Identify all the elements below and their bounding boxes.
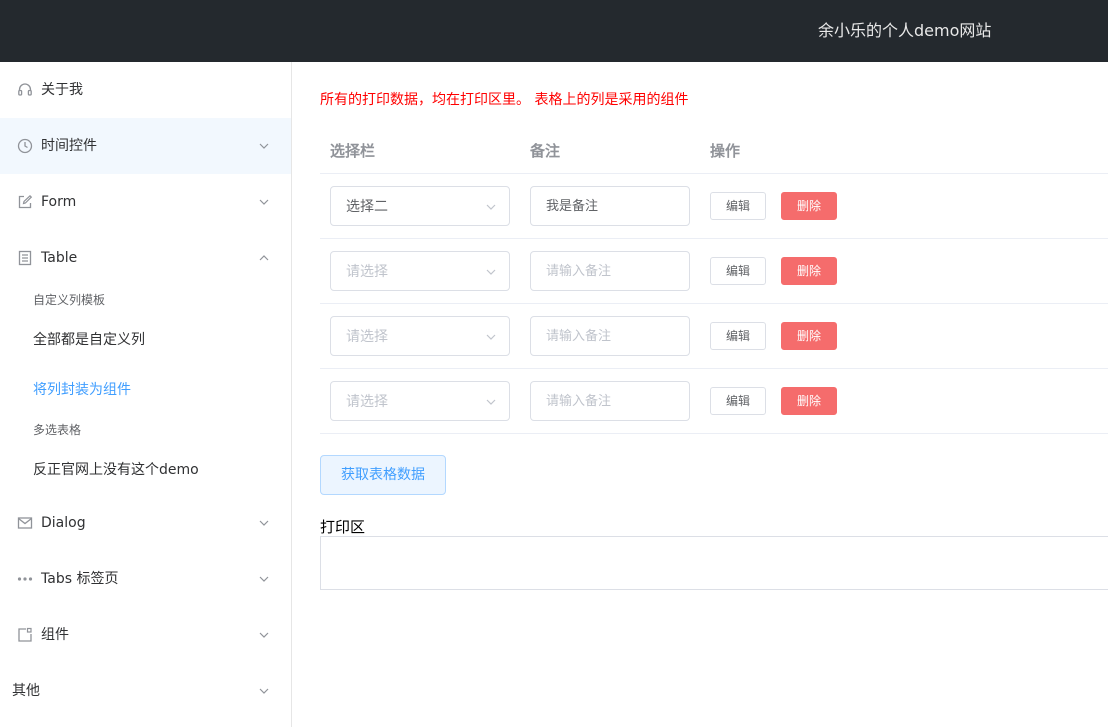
select-placeholder: 请选择 xyxy=(346,329,388,345)
main-content: 所有的打印数据，均在打印区里。 表格上的列是采用的组件 选择栏 备注 操作 选择… xyxy=(292,62,1108,727)
top-header: 余小乐的个人demo网站 xyxy=(0,0,1108,62)
message-icon xyxy=(16,514,34,532)
sidebar-subitem-column-component[interactable]: 将列封装为组件 xyxy=(0,370,291,410)
document-icon xyxy=(16,249,34,267)
sidebar-subitem-no-demo[interactable]: 反正官网上没有这个demo xyxy=(0,450,291,490)
sidebar-item-dialog[interactable]: Dialog xyxy=(0,495,291,551)
select-placeholder: 请选择 xyxy=(346,394,388,410)
chevron-down-icon xyxy=(486,334,496,340)
edit-button[interactable]: 编辑 xyxy=(710,322,766,350)
edit-button[interactable]: 编辑 xyxy=(710,192,766,220)
select-value: 选择二 xyxy=(346,199,388,215)
clock-icon xyxy=(16,137,34,155)
note-input[interactable]: 我是备注 xyxy=(530,186,690,226)
sidebar-subitem-label: 全部都是自定义列 xyxy=(33,332,145,348)
sidebar-item-label: Table xyxy=(41,250,78,266)
chevron-down-icon xyxy=(486,204,496,210)
column-header-action: 操作 xyxy=(710,142,741,160)
sidebar-item-label: Form xyxy=(41,194,77,210)
site-title[interactable]: 余小乐的个人demo网站 xyxy=(818,20,991,42)
chevron-down-icon xyxy=(486,399,496,405)
row-select[interactable]: 请选择 xyxy=(330,316,510,356)
delete-button[interactable]: 删除 xyxy=(781,257,837,285)
chevron-down-icon xyxy=(259,143,269,149)
sidebar-item-time[interactable]: 时间控件 xyxy=(0,118,291,174)
chevron-up-icon xyxy=(259,255,269,261)
sidebar-item-label: 其他 xyxy=(12,683,40,699)
divider xyxy=(320,368,1108,369)
column-header-note: 备注 xyxy=(530,142,561,160)
sidebar-subitem-custom-template[interactable]: 自定义列模板 xyxy=(0,280,291,320)
delete-button[interactable]: 删除 xyxy=(781,387,837,415)
edit-button[interactable]: 编辑 xyxy=(710,387,766,415)
sidebar-item-tabs[interactable]: Tabs 标签页 xyxy=(0,551,291,607)
chevron-down-icon xyxy=(259,632,269,638)
divider xyxy=(320,303,1108,304)
sidebar-subitem-label: 将列封装为组件 xyxy=(33,382,131,398)
edit-button[interactable]: 编辑 xyxy=(710,257,766,285)
sidebar-subitem-multi-select[interactable]: 多选表格 xyxy=(0,410,291,450)
input-placeholder: 请输入备注 xyxy=(546,394,612,409)
edit-icon xyxy=(16,193,34,211)
sidebar-item-components[interactable]: 组件 xyxy=(0,607,291,663)
sidebar-item-table[interactable]: Table xyxy=(0,230,291,286)
select-placeholder: 请选择 xyxy=(346,264,388,280)
sidebar-item-label: Dialog xyxy=(41,515,86,531)
notice-text: 所有的打印数据，均在打印区里。 表格上的列是采用的组件 xyxy=(320,92,689,108)
note-input[interactable]: 请输入备注 xyxy=(530,381,690,421)
sidebar-item-label: Tabs 标签页 xyxy=(41,571,119,587)
delete-button[interactable]: 删除 xyxy=(781,192,837,220)
sidebar-subitem-label: 反正官网上没有这个demo xyxy=(33,462,199,478)
divider xyxy=(320,433,1108,434)
row-select[interactable]: 请选择 xyxy=(330,251,510,291)
row-select[interactable]: 选择二 xyxy=(330,186,510,226)
sidebar-subitem-label: 自定义列模板 xyxy=(33,293,106,307)
input-placeholder: 请输入备注 xyxy=(546,329,612,344)
input-value: 我是备注 xyxy=(546,199,599,214)
sidebar-item-label: 关于我 xyxy=(41,82,83,98)
sidebar-item-label: 组件 xyxy=(41,627,69,643)
sidebar-subitem-label: 多选表格 xyxy=(33,423,82,437)
divider xyxy=(320,173,1108,174)
chevron-down-icon xyxy=(259,199,269,205)
input-placeholder: 请输入备注 xyxy=(546,264,612,279)
note-input[interactable]: 请输入备注 xyxy=(530,316,690,356)
more-icon xyxy=(16,570,34,588)
chevron-down-icon xyxy=(259,688,269,694)
sidebar-item-form[interactable]: Form xyxy=(0,174,291,230)
print-area-label: 打印区 xyxy=(320,518,366,536)
print-area xyxy=(320,536,1108,590)
sidebar-item-about[interactable]: 关于我 xyxy=(0,62,291,118)
sidebar-item-other[interactable]: 其他 xyxy=(0,663,291,719)
note-input[interactable]: 请输入备注 xyxy=(530,251,690,291)
component-icon xyxy=(16,626,34,644)
sidebar-item-label: 时间控件 xyxy=(41,138,97,154)
divider xyxy=(320,238,1108,239)
delete-button[interactable]: 删除 xyxy=(781,322,837,350)
row-select[interactable]: 请选择 xyxy=(330,381,510,421)
chevron-down-icon xyxy=(486,269,496,275)
column-header-select: 选择栏 xyxy=(330,142,376,160)
sidebar: 关于我 时间控件 Form Table 自定义列模板 全部都是自定义列 将列封装… xyxy=(0,62,292,727)
chevron-down-icon xyxy=(259,520,269,526)
sidebar-subitem-all-custom[interactable]: 全部都是自定义列 xyxy=(0,320,291,360)
headset-icon xyxy=(16,81,34,99)
fetch-table-data-button[interactable]: 获取表格数据 xyxy=(320,455,446,495)
chevron-down-icon xyxy=(259,576,269,582)
